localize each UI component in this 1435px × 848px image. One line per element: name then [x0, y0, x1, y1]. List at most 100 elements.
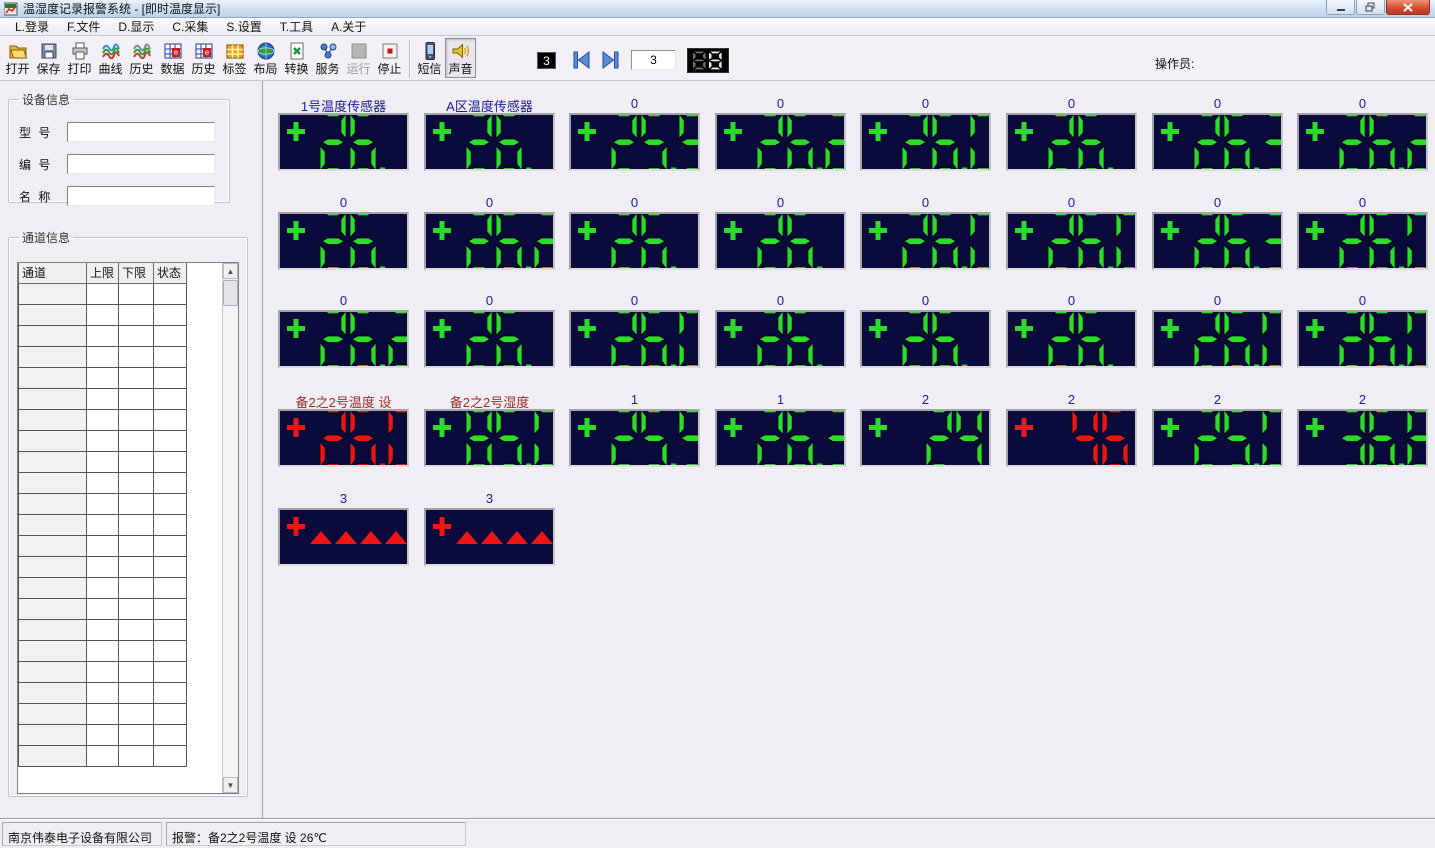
app-icon	[4, 2, 18, 16]
status-alarm: 报警：备2之2号温度 设 26℃	[166, 822, 466, 846]
led-display	[278, 310, 409, 368]
channel-row[interactable]	[19, 619, 187, 640]
speaker-icon	[451, 41, 471, 61]
led-display	[860, 409, 991, 467]
device-field-input-1[interactable]	[67, 154, 215, 174]
menu-item-1[interactable]: F.文件	[58, 17, 109, 36]
toolbar-button-globe[interactable]: 布局	[250, 38, 281, 78]
scroll-thumb[interactable]	[223, 280, 238, 306]
toolbar-button-label: 停止	[377, 62, 401, 76]
display-label: 0	[1152, 195, 1283, 210]
toolbar-button-convert-doc[interactable]: 转换	[281, 38, 312, 78]
restore-button[interactable]	[1356, 0, 1385, 15]
printer-icon	[70, 41, 90, 61]
led-display	[569, 409, 700, 467]
channel-row[interactable]	[19, 556, 187, 577]
channel-row[interactable]	[19, 451, 187, 472]
window-title: 温湿度记录报警系统 - [即时温度显示]	[23, 0, 220, 17]
channel-table-scrollbar[interactable]: ▲ ▼	[222, 263, 238, 793]
channel-row[interactable]	[19, 493, 187, 514]
next-group-button[interactable]	[599, 49, 621, 71]
toolbar-separator	[409, 40, 410, 78]
led-display	[860, 310, 991, 368]
toolbar-button-save-floppy[interactable]: 保存	[33, 38, 64, 78]
channel-row[interactable]	[19, 409, 187, 430]
menu-item-2[interactable]: D.显示	[109, 17, 163, 36]
toolbar-button-label: 运行	[346, 62, 370, 76]
toolbar-button-curve-wave[interactable]: 曲线	[95, 38, 126, 78]
menu-item-4[interactable]: S.设置	[217, 17, 270, 36]
toolbar-button-open-folder[interactable]: 打开	[2, 38, 33, 78]
channel-row[interactable]	[19, 661, 187, 682]
toolbar-button-history-grid[interactable]: e 历史	[188, 38, 219, 78]
led-display	[1006, 212, 1137, 270]
group-number-input[interactable]	[631, 50, 676, 70]
menu-item-6[interactable]: A.关于	[322, 17, 375, 36]
channel-row[interactable]	[19, 724, 187, 745]
display-label: 0	[860, 293, 991, 308]
channel-col-0: 通道	[19, 263, 87, 283]
led-display	[1006, 409, 1137, 467]
channel-col-3: 状态	[154, 263, 187, 283]
toolbar-button-speaker[interactable]: 声音	[445, 38, 476, 78]
toolbar-button-stop-square[interactable]: 停止	[374, 38, 405, 78]
channel-row[interactable]	[19, 325, 187, 346]
channel-row[interactable]	[19, 703, 187, 724]
toolbar-button-label-grid[interactable]: 标签	[219, 38, 250, 78]
menu-item-3[interactable]: C.采集	[163, 17, 217, 36]
display-label: 0	[569, 293, 700, 308]
led-display	[1152, 409, 1283, 467]
display-label: 0	[1006, 195, 1137, 210]
close-button[interactable]	[1386, 0, 1430, 15]
display-label: 2	[1297, 392, 1428, 407]
menu-item-5[interactable]: T.工具	[271, 17, 322, 36]
led-display	[424, 113, 555, 171]
curve-wave-icon	[101, 41, 121, 61]
display-label: 0	[424, 195, 555, 210]
toolbar-button-label: 转换	[284, 62, 308, 76]
network-icon	[318, 41, 338, 61]
channel-row[interactable]	[19, 388, 187, 409]
channel-row[interactable]	[19, 283, 187, 304]
device-field-label: 编 号	[19, 156, 67, 173]
led-display	[860, 212, 991, 270]
led-counter-display	[687, 48, 729, 73]
toolbar: 打开 保存 打印 曲线 历史 e 数据 e 历史 标签 布局 转换 服务 运行 …	[0, 36, 1435, 81]
save-floppy-icon	[39, 41, 59, 61]
toolbar-button-sms-phone[interactable]: 短信	[414, 38, 445, 78]
device-info-group: 设备信息 型 号 编 号 名 称	[8, 91, 230, 203]
current-group-indicator: 3	[537, 52, 556, 69]
scroll-up-button[interactable]: ▲	[223, 263, 238, 279]
display-grid: 1号温度传感器 A区温度传感器 0 0 0 0 0 0 0	[264, 81, 1435, 818]
display-label: 0	[278, 293, 409, 308]
led-display	[715, 310, 846, 368]
run-square-icon	[349, 41, 369, 61]
scroll-down-button[interactable]: ▼	[223, 777, 238, 793]
channel-row[interactable]	[19, 640, 187, 661]
display-label: 2	[860, 392, 991, 407]
device-field-input-0[interactable]	[67, 122, 215, 142]
minimize-button[interactable]	[1326, 0, 1355, 15]
channel-row[interactable]	[19, 577, 187, 598]
toolbar-button-network[interactable]: 服务	[312, 38, 343, 78]
channel-row[interactable]	[19, 304, 187, 325]
display-label: 3	[424, 491, 555, 506]
led-display	[1297, 113, 1428, 171]
channel-row[interactable]	[19, 367, 187, 388]
channel-row[interactable]	[19, 535, 187, 556]
channel-row[interactable]	[19, 472, 187, 493]
toolbar-button-run-square[interactable]: 运行	[343, 38, 374, 78]
channel-row[interactable]	[19, 682, 187, 703]
toolbar-button-printer[interactable]: 打印	[64, 38, 95, 78]
toolbar-button-history-wave[interactable]: 历史	[126, 38, 157, 78]
channel-row[interactable]	[19, 598, 187, 619]
device-field-input-2[interactable]	[67, 186, 215, 206]
channel-row[interactable]	[19, 430, 187, 451]
status-bar: 南京伟泰电子设备有限公司 报警：备2之2号温度 设 26℃	[0, 818, 1435, 848]
menu-item-0[interactable]: L.登录	[6, 17, 58, 36]
prev-group-button[interactable]	[571, 49, 593, 71]
channel-row[interactable]	[19, 346, 187, 367]
channel-row[interactable]	[19, 745, 187, 766]
channel-row[interactable]	[19, 514, 187, 535]
toolbar-button-data-grid[interactable]: e 数据	[157, 38, 188, 78]
